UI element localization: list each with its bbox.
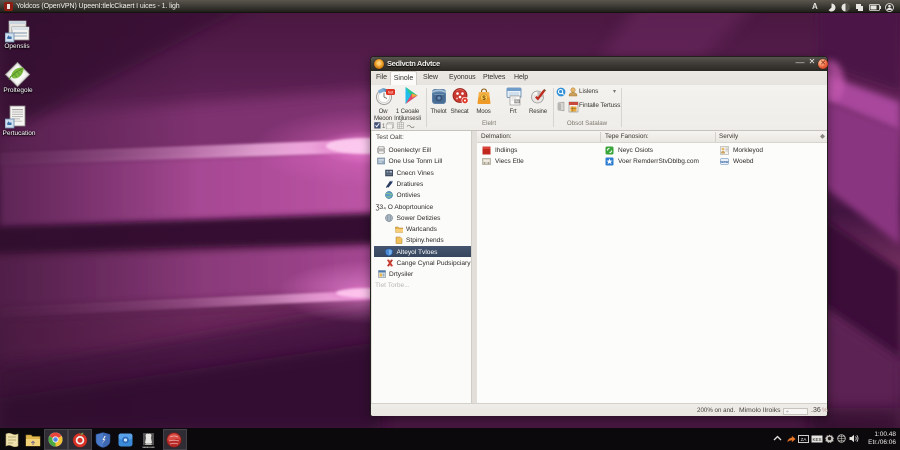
svg-text:hot: hot [388,90,394,95]
svg-text:MAGELLAN: MAGELLAN [143,446,155,449]
svg-text:1: 1 [382,124,386,129]
svg-text:123: 123 [514,100,520,104]
svg-text:www: www [720,160,729,164]
svg-text:ZA: ZA [801,437,807,442]
svg-text:KES: KES [812,437,821,442]
